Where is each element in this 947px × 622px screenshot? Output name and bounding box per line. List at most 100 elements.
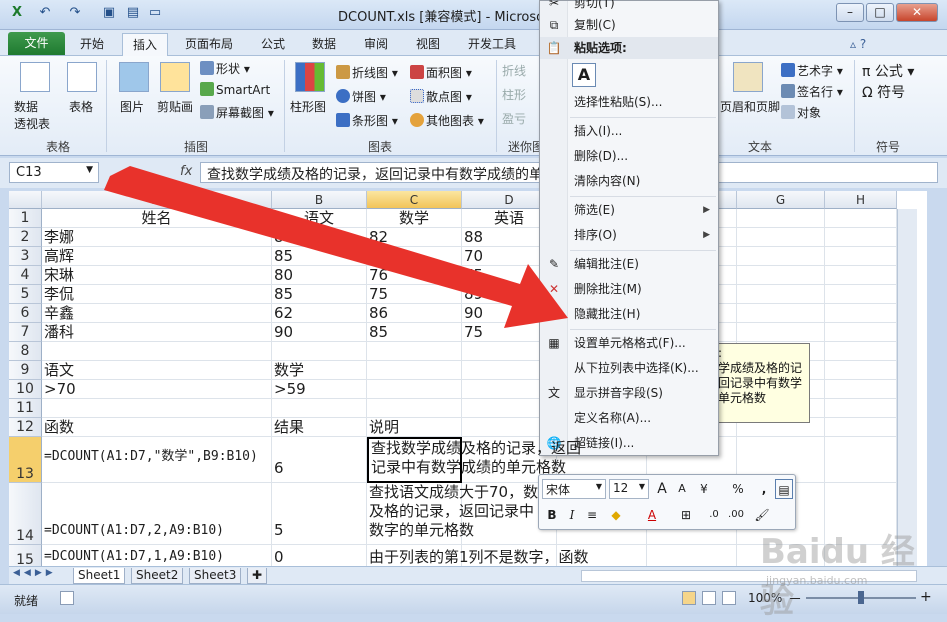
macro-record-icon[interactable] [60, 591, 74, 605]
cell-a1[interactable]: 姓名 [42, 209, 272, 228]
picture-icon[interactable] [119, 62, 149, 92]
new-sheet-icon[interactable]: ✚ [247, 568, 268, 584]
cell-c14[interactable]: 查找语文成绩大于70，数学 及格的记录，返回记录中 数字的单元格数 [367, 483, 553, 545]
sparkline-column-button[interactable]: 柱形 [502, 86, 526, 103]
column-header-h[interactable]: H [825, 191, 897, 209]
menu-hide-comment[interactable]: 隐藏批注(H) [540, 303, 718, 325]
sheet-tab-3[interactable]: Sheet3 [189, 568, 242, 584]
row-header[interactable]: 3 [9, 247, 42, 266]
cell-g6[interactable] [737, 304, 825, 323]
cell-c8[interactable] [367, 342, 462, 361]
cell-e15[interactable] [557, 545, 647, 566]
menu-cut[interactable]: ✂ 剪切(T) [540, 0, 718, 14]
cell-a15[interactable]: =DCOUNT(A1:D7,1,A9:B10) [42, 545, 272, 566]
sheet-nav-arrows[interactable]: ◀◀▶▶ [13, 568, 57, 578]
cell-a10[interactable]: >70 [42, 380, 272, 399]
cell-h12[interactable] [825, 418, 897, 437]
pivot-table-icon[interactable] [20, 62, 50, 92]
cell-g2[interactable] [737, 228, 825, 247]
cell-h2[interactable] [825, 228, 897, 247]
row-header[interactable]: 1 [9, 209, 42, 228]
table-icon[interactable] [67, 62, 97, 92]
open-icon[interactable]: ▤ [124, 5, 142, 23]
tab-data[interactable]: 数据 [302, 33, 346, 56]
sheet-tab-1[interactable]: Sheet1 [73, 568, 126, 584]
maximize-button[interactable]: □ [866, 3, 894, 22]
clipart-icon[interactable] [160, 62, 190, 92]
cell-b7[interactable]: 90 [272, 323, 367, 342]
redo-icon[interactable]: ↷ [66, 5, 84, 23]
cell-b1[interactable]: 语文 [272, 209, 367, 228]
grow-font-button[interactable]: A [653, 479, 671, 499]
column-header-a[interactable]: A [42, 191, 272, 209]
column-chart-icon[interactable] [295, 62, 325, 92]
cell-c3[interactable]: 72 [367, 247, 462, 266]
row-header[interactable]: 15 [9, 545, 42, 566]
cell-c6[interactable]: 86 [367, 304, 462, 323]
cell-h11[interactable] [825, 399, 897, 418]
bar-chart-button[interactable]: 条形图 ▾ [336, 112, 398, 129]
tab-view[interactable]: 视图 [406, 33, 450, 56]
cell-c5[interactable]: 75 [367, 285, 462, 304]
row-header[interactable]: 2 [9, 228, 42, 247]
menu-copy[interactable]: ⧉ 复制(C) [540, 14, 718, 36]
cell-h3[interactable] [825, 247, 897, 266]
cell-h5[interactable] [825, 285, 897, 304]
chevron-down-icon[interactable]: ▼ [86, 165, 93, 175]
save-icon[interactable]: ▣ [100, 5, 118, 23]
row-header[interactable]: 9 [9, 361, 42, 380]
cell-c13[interactable]: 查找数学成绩及格的记录，返回 记录中有数学成绩的单元格数 [367, 437, 581, 483]
table-button[interactable]: 表格 [69, 98, 93, 115]
insert-function-button[interactable]: fx [180, 164, 192, 179]
column-header-b[interactable]: B [272, 191, 367, 209]
cell-c7[interactable]: 85 [367, 323, 462, 342]
clipart-button[interactable]: 剪贴画 [157, 98, 193, 115]
tab-file[interactable]: 文件 [8, 32, 65, 55]
line-chart-button[interactable]: 折线图 ▾ [336, 64, 398, 81]
cell-b15[interactable]: 0 [272, 545, 367, 566]
cell-c15[interactable]: 由于列表的第1列不是数字，函数 [367, 545, 589, 566]
row-header[interactable]: 4 [9, 266, 42, 285]
align-center-icon[interactable]: ≡ [583, 505, 601, 525]
column-chart-button[interactable]: 柱形图 [290, 98, 326, 115]
chevron-down-icon[interactable]: ▼ [639, 482, 645, 491]
other-charts-button[interactable]: 其他图表 ▾ [410, 112, 484, 129]
percent-button[interactable]: % [729, 479, 747, 499]
pivot-table-label-1[interactable]: 数据 [14, 98, 38, 115]
menu-clear-contents[interactable]: 清除内容(N) [540, 170, 718, 192]
cell-h1[interactable] [825, 209, 897, 228]
cell-b9[interactable]: 数学 [272, 361, 367, 380]
cell-b8[interactable] [272, 342, 367, 361]
sparkline-line-button[interactable]: 折线 [502, 62, 526, 79]
page-break-view-icon[interactable] [722, 591, 736, 605]
row-header[interactable]: 10 [9, 380, 42, 399]
header-footer-icon[interactable] [733, 62, 763, 92]
close-button[interactable]: ✕ [896, 3, 938, 22]
pivot-table-label-2[interactable]: 透视表 [14, 115, 50, 132]
cell-c11[interactable] [367, 399, 462, 418]
menu-define-name[interactable]: 定义名称(A)... [540, 407, 718, 429]
tab-insert[interactable]: 插入 [122, 33, 169, 56]
header-footer-button[interactable]: 页眉和页脚 [720, 98, 780, 115]
font-size-box[interactable]: 12 ▼ [609, 479, 649, 499]
comma-button[interactable]: , [755, 479, 773, 499]
cell-c10[interactable] [367, 380, 462, 399]
cell-b10[interactable]: >59 [272, 380, 367, 399]
column-header-c[interactable]: C [367, 191, 462, 209]
row-header[interactable]: 8 [9, 342, 42, 361]
cell-h9[interactable] [825, 361, 897, 380]
font-color-button[interactable]: A [643, 505, 661, 525]
undo-icon[interactable]: ↶ [36, 5, 54, 23]
cell-h4[interactable] [825, 266, 897, 285]
bold-button[interactable]: B [543, 505, 561, 525]
menu-filter[interactable]: 筛选(E) ▶ [540, 199, 718, 221]
cell-b11[interactable] [272, 399, 367, 418]
cell-a8[interactable] [42, 342, 272, 361]
cell-c4[interactable]: 76 [367, 266, 462, 285]
symbol-button[interactable]: Ω 符号 [862, 82, 905, 102]
cell-b2[interactable]: 80 [272, 228, 367, 247]
cell-a7[interactable]: 潘科 [42, 323, 272, 342]
borders-icon[interactable]: ⊞ [677, 505, 695, 525]
cell-g7[interactable] [737, 323, 825, 342]
cell-a6[interactable]: 辛鑫 [42, 304, 272, 323]
